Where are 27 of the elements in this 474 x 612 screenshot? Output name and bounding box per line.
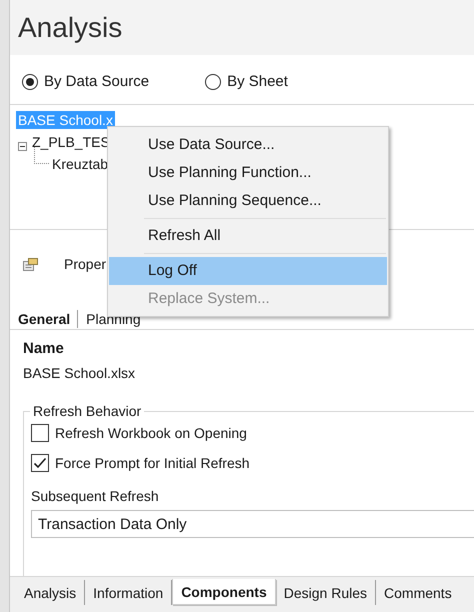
field-label: Name (23, 340, 65, 357)
menu-item[interactable]: Use Data Source... (109, 131, 387, 159)
tab[interactable]: Components (172, 579, 276, 605)
field-value: BASE School.xlsx (23, 365, 136, 381)
menu-item[interactable]: Refresh All (109, 222, 387, 250)
tab[interactable]: Comments (376, 580, 460, 605)
menu-item[interactable]: Use Planning Sequence... (109, 187, 387, 215)
radio-label: By Data Source (44, 73, 150, 90)
checkbox-label: Force Prompt for Initial Refresh (55, 455, 250, 471)
menu-item[interactable]: Use Planning Function... (109, 159, 387, 187)
field-label: Subsequent Refresh (31, 488, 160, 504)
checkbox-label: Refresh Workbook on Opening (55, 425, 247, 441)
menu-item[interactable]: Log Off (109, 257, 387, 285)
section-label: Proper (64, 256, 106, 272)
checkbox[interactable] (31, 424, 49, 442)
dropdown-field[interactable]: Transaction Data Only (31, 510, 474, 538)
panel-title: Analysis (18, 12, 122, 44)
tab[interactable]: Analysis (16, 580, 86, 605)
radio-button[interactable] (205, 74, 222, 90)
group-label: Refresh Behavior (30, 403, 144, 419)
tab[interactable]: General (10, 310, 78, 328)
radio-button[interactable] (22, 74, 38, 90)
radio-label: By Sheet (227, 73, 288, 90)
tree-item[interactable]: Kreuztab (50, 155, 110, 173)
properties-icon[interactable] (23, 258, 38, 270)
tab[interactable]: Design Rules (276, 580, 376, 605)
checkbox[interactable] (31, 454, 49, 472)
